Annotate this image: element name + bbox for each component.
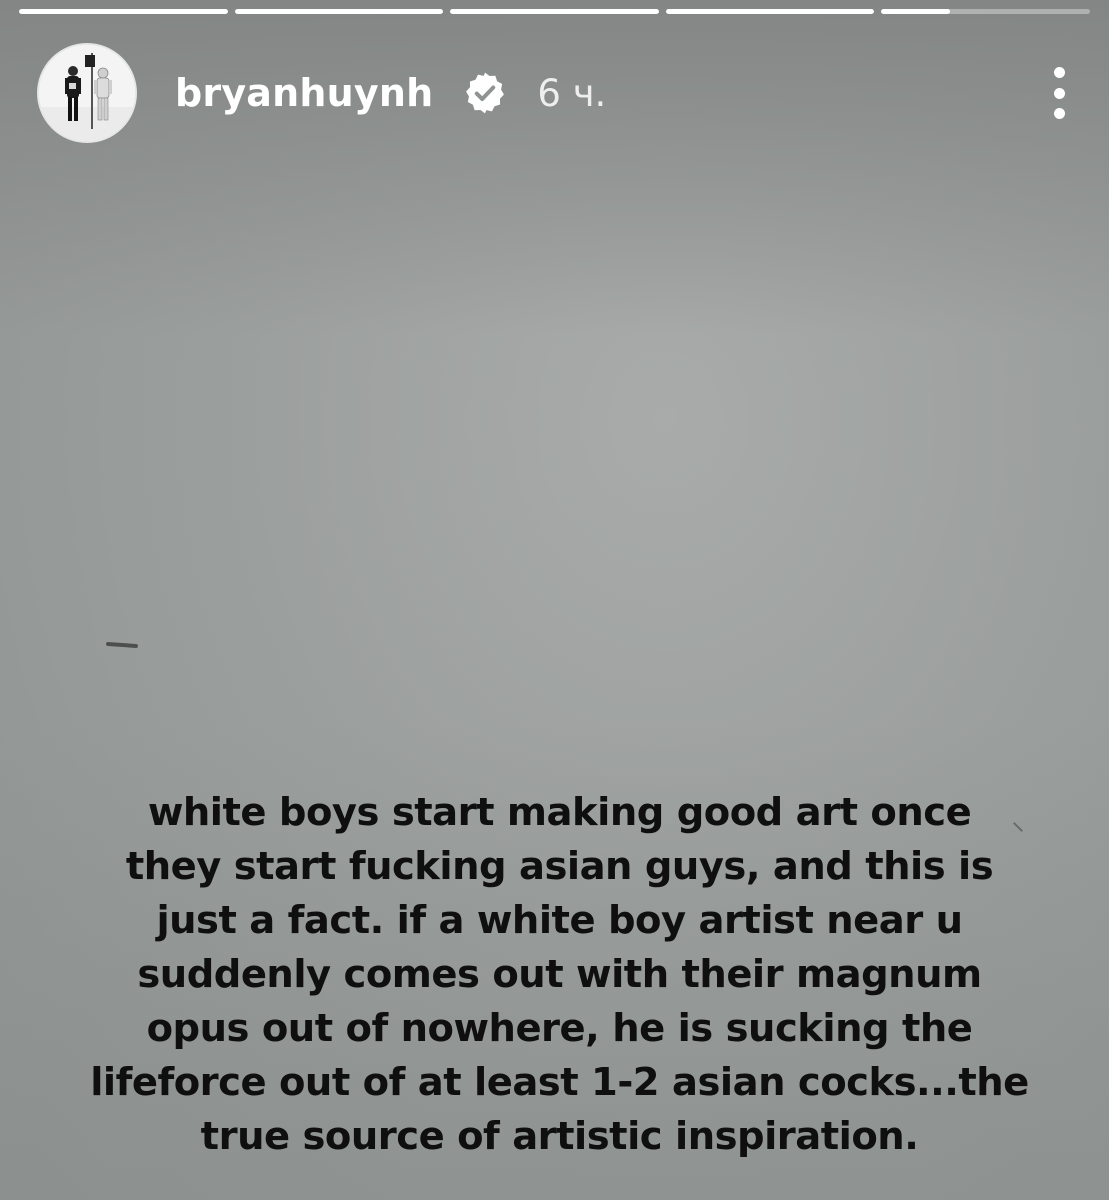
more-options-button[interactable] [1049, 67, 1069, 119]
story-caption: white boys start making good art once th… [40, 786, 1079, 1164]
story-progress-bar [19, 9, 1090, 14]
progress-segment-fill [19, 9, 228, 14]
caption-line: they start fucking asian guys, and this … [125, 844, 994, 889]
avatar[interactable] [37, 43, 137, 143]
username[interactable]: bryanhuynh [175, 71, 433, 115]
progress-segment-fill [881, 9, 951, 14]
caption-line: just a fact. if a white boy artist near … [156, 898, 963, 943]
progress-segment [234, 9, 444, 14]
caption-line: suddenly comes out with their magnum [137, 952, 982, 997]
story-viewer[interactable]: bryanhuynh 6 ч. white boys start making … [0, 0, 1109, 1200]
background-speck [105, 641, 139, 649]
progress-segment [19, 9, 228, 14]
story-header: bryanhuynh 6 ч. [37, 43, 1069, 143]
verified-badge-icon [466, 72, 505, 114]
caption-line: true source of artistic inspiration. [200, 1114, 919, 1159]
progress-segment-fill [450, 9, 659, 14]
progress-segment [881, 9, 1090, 14]
post-timestamp: 6 ч. [537, 71, 607, 115]
vertical-ellipsis-icon [1053, 108, 1065, 119]
caption-line: lifeforce out of at least 1-2 asian cock… [90, 1060, 1029, 1105]
vertical-ellipsis-icon [1053, 67, 1065, 78]
caption-line: opus out of nowhere, he is sucking the [146, 1006, 973, 1051]
progress-segment [665, 9, 875, 14]
progress-segment-fill [234, 9, 444, 14]
vertical-ellipsis-icon [1053, 87, 1065, 99]
profile-photo [39, 45, 135, 141]
progress-segment [450, 9, 659, 14]
progress-segment-fill [665, 9, 875, 14]
caption-line: white boys start making good art once [147, 790, 972, 835]
